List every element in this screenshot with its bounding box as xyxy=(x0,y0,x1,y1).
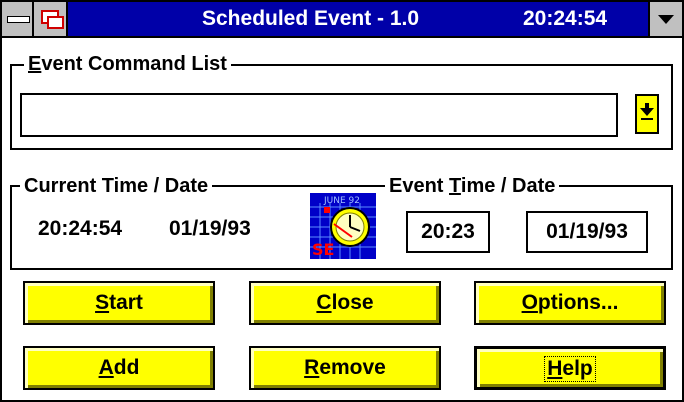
title-clock: 20:24:54 xyxy=(523,7,608,30)
event-command-input[interactable] xyxy=(20,93,618,137)
calendar-month-text: JUNE 92 xyxy=(323,196,360,206)
current-time-date-label: Current Time / Date xyxy=(20,174,213,198)
app-icon xyxy=(34,2,68,36)
remove-button[interactable]: Remove xyxy=(249,346,441,390)
main-window: Scheduled Event - 1.0 20:24:54 Event Com… xyxy=(0,0,684,402)
schedule-badge-text: SE xyxy=(312,240,334,259)
window-title: Scheduled Event - 1.0 xyxy=(202,7,420,30)
event-time-date-label: Event Time / Date xyxy=(385,174,560,198)
current-date: 01/19/93 xyxy=(169,217,251,240)
add-button[interactable]: Add xyxy=(23,346,215,390)
options-button[interactable]: Options... xyxy=(474,281,666,325)
title-bar[interactable]: Scheduled Event - 1.0 20:24:54 xyxy=(2,2,682,38)
current-time: 20:24:54 xyxy=(38,217,123,240)
close-button[interactable]: Close xyxy=(249,281,441,325)
minus-icon xyxy=(7,16,30,23)
event-time-field[interactable]: 20:23 xyxy=(406,211,490,253)
start-button[interactable]: Start xyxy=(23,281,215,325)
down-arrow-icon xyxy=(640,108,654,116)
down-triangle-icon xyxy=(658,15,674,24)
event-command-list-label: Event Command List xyxy=(24,52,231,76)
schedule-clock-calendar-icon: JUNE 92 SE xyxy=(310,193,376,259)
event-date-field[interactable]: 01/19/93 xyxy=(526,211,648,253)
minimize-button[interactable] xyxy=(648,2,682,36)
help-button[interactable]: Help xyxy=(474,346,666,390)
event-command-dropdown-button[interactable] xyxy=(635,94,659,134)
system-menu-button[interactable] xyxy=(2,2,34,36)
